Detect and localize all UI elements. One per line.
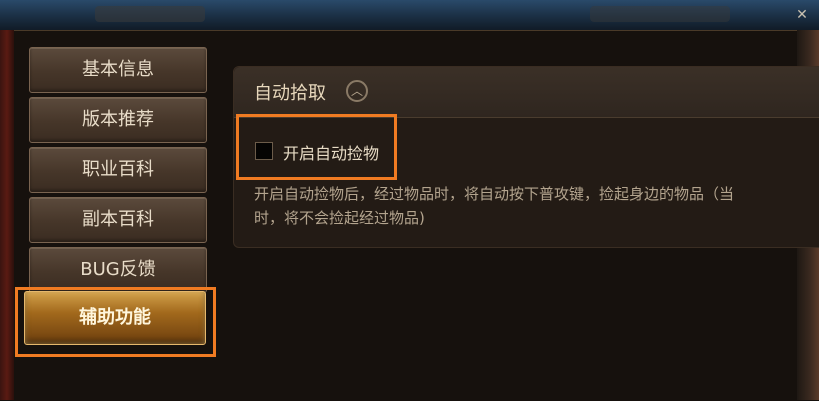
auto-pickup-checkbox-label: 开启自动捡物 [283, 144, 380, 163]
chevron-up-icon[interactable]: ︿ [346, 80, 368, 102]
option-description: 开启自动捡物后，经过物品时，将自动按下普攻键，捡起身边的物品（当 时，将不会捡起… [254, 182, 799, 230]
section-title: 自动拾取 [254, 83, 326, 104]
background-text-blur [95, 6, 205, 22]
sidebar-item-assist-functions[interactable]: 辅助功能 [24, 291, 206, 345]
game-background-left [0, 30, 14, 400]
section-header: 自动拾取 ︿ [234, 67, 819, 118]
close-button[interactable]: ✕ [793, 6, 811, 24]
background-text-blur [590, 6, 730, 22]
description-line-1: 开启自动捡物后，经过物品时，将自动按下普攻键，捡起身边的物品（当 [254, 185, 735, 203]
sidebar-item-basic-info[interactable]: 基本信息 [29, 47, 207, 93]
close-icon: ✕ [796, 7, 808, 23]
sidebar-item-dungeon-wiki[interactable]: 副本百科 [29, 197, 207, 243]
game-background-strip [0, 0, 819, 32]
sidebar-item-class-wiki[interactable]: 职业百科 [29, 147, 207, 193]
auto-pickup-checkbox[interactable] [255, 142, 273, 160]
description-line-2: 时，将不会捡起经过物品) [254, 209, 425, 227]
sidebar-item-bug-report[interactable]: BUG反馈 [29, 247, 207, 293]
sidebar-item-version-recommend[interactable]: 版本推荐 [29, 97, 207, 143]
